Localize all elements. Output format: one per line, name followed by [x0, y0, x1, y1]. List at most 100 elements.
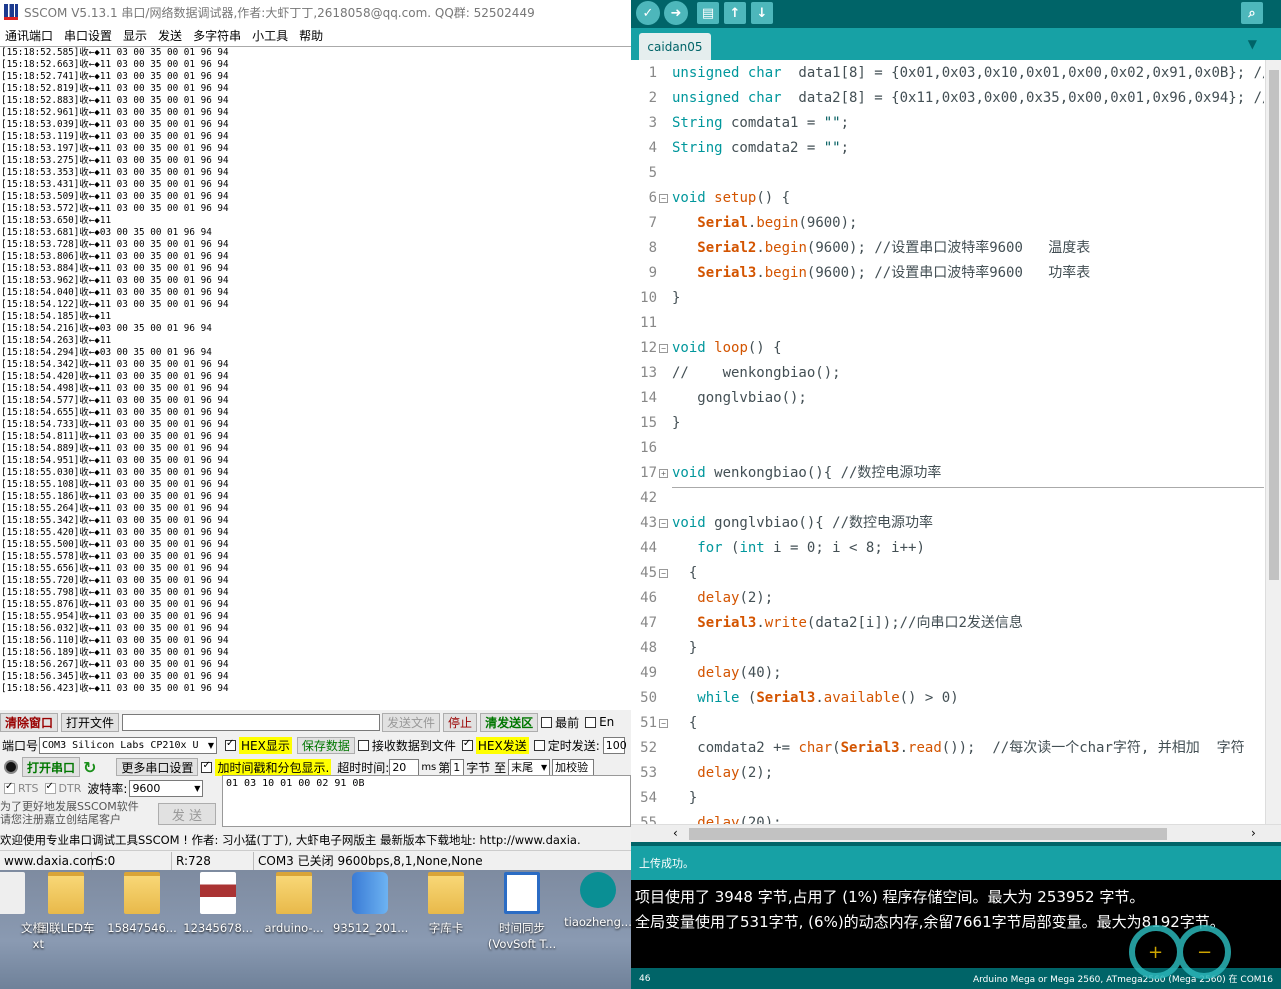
receive-line: [15:18:55.264]收←◆11 03 00 35 00 01 96 94	[1, 503, 229, 514]
line-number: 47	[640, 615, 657, 631]
code-editor[interactable]: 1 2 3 4 5 6−7 8 9 10 11 12−13 14 15 16 17 +42 43−44 45−46…	[631, 60, 1281, 824]
desktop-icon-1584[interactable]: 15847546...	[105, 872, 179, 936]
code-token: (9600); //设置串口波特率9600 功率表	[806, 265, 1091, 281]
desktop-icon-arduino-folder[interactable]: arduino-...	[257, 872, 331, 936]
code-token: unsigned char	[672, 90, 782, 106]
code-line: delay(2);	[672, 586, 1264, 611]
status-url[interactable]: www.daxia.com	[0, 851, 98, 870]
code-token: delay	[697, 765, 740, 781]
save-data-button[interactable]: 保存数据	[296, 736, 355, 754]
line-number: 45	[640, 565, 657, 581]
svg-text:+: +	[1148, 942, 1163, 963]
tab-menu-icon[interactable]: ▼	[1248, 37, 1257, 51]
line-number: 55	[640, 815, 657, 824]
open-file-icon[interactable]: ↑	[724, 2, 746, 24]
send-button[interactable]: 发 送	[158, 803, 216, 825]
new-file-icon[interactable]: ▤	[697, 2, 719, 24]
scroll-left-icon[interactable]: ‹	[673, 826, 678, 840]
serial-monitor-icon[interactable]: ⌕	[1241, 2, 1263, 24]
vertical-scroll-thumb[interactable]	[1269, 70, 1279, 580]
code-token: }	[672, 290, 681, 306]
code-line: void setup() {	[672, 186, 1264, 211]
timed-interval-input[interactable]: 100	[602, 736, 627, 754]
fold-collapse-icon[interactable]: −	[659, 719, 668, 728]
hex-send-checkbox[interactable]	[461, 738, 473, 751]
timed-send-checkbox[interactable]	[533, 739, 545, 751]
checksum-select[interactable]: 加校验	[552, 758, 595, 776]
receive-line: [15:18:53.728]收←◆11 03 00 35 00 01 96 94	[1, 239, 229, 250]
verify-icon[interactable]: ✓	[636, 1, 660, 25]
send-input[interactable]: 01 03 10 01 00 02 91 0B	[222, 775, 631, 827]
receive-line: [15:18:55.656]收←◆11 03 00 35 00 01 96 94	[1, 563, 229, 574]
nth-input[interactable]: 1	[450, 758, 465, 776]
arduino-ide-window: ✓ ➜ ▤ ↑ ↓ ⌕ caidan05 ▼ 1 2 3 4 5 6−7 8 9 10 11 12−…	[631, 0, 1281, 989]
desktop-icon-time-sync[interactable]: 时间同步 (VovSoft T...	[485, 872, 559, 952]
arduino-icon	[580, 872, 616, 908]
code-line: void wenkongbiao(){ //数控电源功率	[672, 461, 1264, 486]
rts-checkbox[interactable]	[4, 781, 15, 794]
desktop-icon-font-card[interactable]: 字库卡	[409, 872, 483, 936]
vertical-scrollbar[interactable]	[1265, 60, 1281, 824]
clear-window-button[interactable]: 清除窗口	[0, 712, 59, 732]
desktop-icon-93512[interactable]: 93512_201...	[333, 872, 408, 936]
receive-line: [15:18:52.961]收←◆11 03 00 35 00 01 96 94	[1, 107, 229, 118]
desktop-icon-1234[interactable]: 12345678...	[181, 872, 255, 936]
recv-to-file-checkbox[interactable]	[357, 739, 369, 751]
menu-tools[interactable]: 小工具	[247, 27, 294, 44]
receive-line: [15:18:52.585]收←◆11 03 00 35 00 01 96 94	[1, 47, 229, 58]
chevron-down-icon: ▼	[207, 740, 215, 750]
port-status-icon	[4, 760, 18, 774]
fold-collapse-icon[interactable]: −	[659, 344, 668, 353]
stop-button[interactable]: 停止	[443, 712, 478, 732]
code-token: (2);	[739, 765, 774, 781]
desktop-icon-tiaozheng[interactable]: tiaozheng...	[561, 872, 631, 930]
menu-help[interactable]: 帮助	[294, 27, 329, 44]
status-bar: www.daxia.com S:0 R:728 COM3 已关闭 9600bps…	[0, 850, 631, 870]
horizontal-scrollbar[interactable]: ‹ ›	[631, 824, 1281, 842]
menu-send[interactable]: 发送	[153, 27, 188, 44]
hex-display-checkbox[interactable]	[225, 738, 237, 751]
code-token: // wenkongbiao();	[672, 365, 841, 381]
fold-expand-icon[interactable]: +	[659, 469, 668, 478]
baud-select[interactable]: 9600 ▼	[129, 780, 204, 797]
upload-icon[interactable]: ➜	[664, 1, 688, 25]
receive-line: [15:18:53.572]收←◆11 03 00 35 00 01 96 94	[1, 203, 229, 214]
en-checkbox[interactable]	[585, 716, 597, 728]
code-token: () {	[747, 340, 782, 356]
more-port-settings-button[interactable]: 更多串口设置	[116, 758, 199, 776]
code-token: wenkongbiao(){ //数控电源功率	[705, 465, 942, 481]
clear-send-button[interactable]: 清发送区	[480, 712, 539, 732]
end-select[interactable]: 末尾 ▼	[508, 758, 551, 776]
svg-text:−: −	[1197, 942, 1212, 963]
menu-display[interactable]: 显示	[118, 27, 153, 44]
menu-comm-port[interactable]: 通讯端口	[0, 27, 59, 44]
desktop-icon-label: 12345678...	[183, 921, 253, 935]
fold-collapse-icon[interactable]: −	[659, 519, 668, 528]
send-file-button[interactable]: 发送文件	[382, 712, 441, 732]
line-number: 13	[640, 365, 657, 381]
scroll-right-icon[interactable]: ›	[1251, 826, 1256, 840]
tab-caidan05[interactable]: caidan05	[639, 33, 711, 60]
save-file-icon[interactable]: ↓	[751, 2, 773, 24]
file-path-input[interactable]	[122, 713, 381, 731]
horizontal-scroll-thumb[interactable]	[689, 828, 1167, 840]
open-port-button[interactable]: 打开串口	[22, 757, 81, 777]
dtr-checkbox[interactable]	[44, 781, 56, 794]
en-label: En	[599, 715, 615, 729]
timeout-input[interactable]: 20	[389, 758, 420, 776]
refresh-icon[interactable]: ↻	[83, 758, 96, 777]
port-select[interactable]: COM3 Silicon Labs CP210x U ▼	[39, 736, 218, 754]
timestamp-checkbox[interactable]	[201, 760, 213, 773]
fold-collapse-icon[interactable]: −	[659, 194, 668, 203]
fold-collapse-icon[interactable]: −	[659, 569, 668, 578]
menu-port-settings[interactable]: 串口设置	[59, 27, 118, 44]
desktop-icon-led[interactable]: 国联LED车	[29, 872, 103, 936]
top-most-checkbox[interactable]	[541, 716, 553, 728]
menu-multi-string[interactable]: 多字符串	[188, 27, 247, 44]
receive-area[interactable]: [15:18:52.585]收←◆11 03 00 35 00 01 96 94…	[0, 46, 631, 710]
folder-icon	[124, 872, 160, 914]
open-file-button[interactable]: 打开文件	[61, 712, 120, 732]
line-number: 46	[640, 590, 657, 606]
